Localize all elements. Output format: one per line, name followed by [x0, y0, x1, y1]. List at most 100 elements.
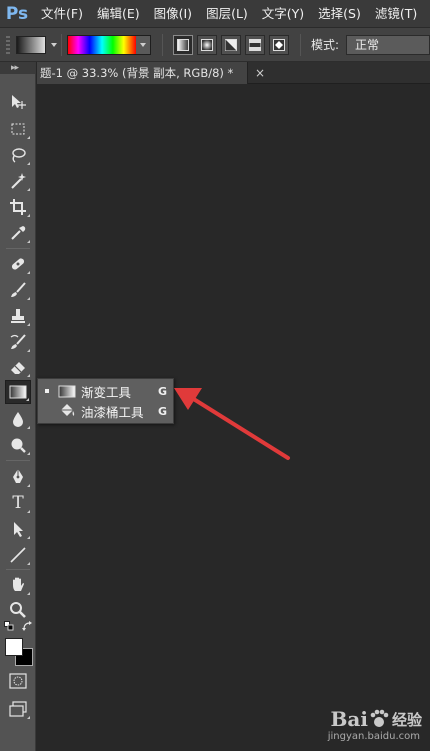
- divider: [162, 34, 163, 56]
- menu-filter[interactable]: 滤镜(T): [368, 0, 424, 28]
- clone-stamp-icon: [11, 309, 25, 323]
- marquee-tool-icon: [11, 123, 25, 135]
- clone-stamp-tool[interactable]: [5, 304, 31, 328]
- move-tool[interactable]: [5, 90, 31, 114]
- watermark-url: jingyan.baidu.com: [327, 731, 420, 742]
- line-tool[interactable]: [5, 543, 31, 567]
- crop-tool[interactable]: [5, 195, 31, 219]
- panel-collapse-button[interactable]: ▸▸: [0, 62, 35, 74]
- brush-tool-icon: [11, 282, 26, 297]
- flyout-indicator: [27, 426, 30, 429]
- flyout-indicator: [27, 271, 30, 274]
- gradient-tool[interactable]: [5, 380, 31, 404]
- dodge-tool[interactable]: [5, 433, 31, 457]
- mode-label: 模式:: [311, 38, 340, 52]
- magic-wand-icon: [11, 173, 26, 189]
- menu-select[interactable]: 选择(S): [311, 0, 368, 28]
- baidu-jingyan-watermark: Bai 经验 jingyan.baidu.com: [292, 707, 422, 745]
- gradient-tool-icon: [58, 384, 76, 398]
- reflected-gradient-button[interactable]: [245, 35, 265, 55]
- lasso-tool[interactable]: [5, 143, 31, 167]
- type-tool[interactable]: T: [5, 491, 31, 515]
- radial-gradient-button[interactable]: [197, 35, 217, 55]
- flyout-item-gradient[interactable]: 渐变工具 G: [38, 381, 175, 401]
- dodge-tool-icon: [11, 438, 26, 453]
- paint-bucket-icon: [58, 404, 76, 418]
- menu-bar: Ps 文件(F) 编辑(E) 图像(I) 图层(L) 文字(Y) 选择(S) 滤…: [0, 0, 430, 28]
- flyout-indicator: [27, 240, 30, 243]
- flyout-indicator: [26, 398, 29, 401]
- brush-tool[interactable]: [5, 278, 31, 302]
- flyout-indicator: [27, 349, 30, 352]
- blur-tool[interactable]: [5, 407, 31, 431]
- flyout-indicator: [27, 484, 30, 487]
- linear-gradient-button[interactable]: [173, 35, 193, 55]
- blend-mode-select[interactable]: 正常: [346, 35, 430, 55]
- hand-tool[interactable]: [5, 573, 31, 597]
- marquee-tool[interactable]: [5, 117, 31, 141]
- eraser-icon: [11, 362, 25, 374]
- menu-image[interactable]: 图像(I): [147, 0, 199, 28]
- path-selection-icon: [14, 522, 23, 537]
- diamond-gradient-button[interactable]: [269, 35, 289, 55]
- screen-mode-button[interactable]: [5, 697, 31, 721]
- zoom-tool[interactable]: [5, 598, 31, 622]
- menu-file[interactable]: 文件(F): [34, 0, 90, 28]
- watermark-brand-suffix: 经验: [391, 710, 422, 729]
- menu-type[interactable]: 文字(Y): [255, 0, 311, 28]
- flyout-indicator: [27, 374, 30, 377]
- history-brush-tool[interactable]: [5, 330, 31, 354]
- flyout-item-label: 油漆桶工具: [81, 404, 144, 420]
- pen-tool-icon: [13, 469, 23, 483]
- options-grip[interactable]: [6, 36, 10, 54]
- magic-wand-tool[interactable]: [5, 169, 31, 193]
- flyout-indicator: [27, 188, 30, 191]
- flyout-indicator: [27, 162, 30, 165]
- divider: [6, 569, 30, 570]
- flyout-indicator: [27, 214, 30, 217]
- screen-mode-icon: [9, 701, 27, 717]
- paw-icon: [370, 709, 389, 727]
- healing-brush-tool[interactable]: [5, 252, 31, 276]
- menu-layer[interactable]: 图层(L): [199, 0, 255, 28]
- gradient-tool-icon: [9, 385, 27, 399]
- tool-preset-picker[interactable]: [16, 35, 60, 55]
- flyout-indicator: [27, 716, 30, 719]
- tools-panel: ▸▸ T: [0, 62, 36, 751]
- document-tab[interactable]: 题-1 @ 33.3% (背景 副本, RGB/8) *: [37, 62, 248, 84]
- blur-tool-icon: [13, 412, 23, 427]
- divider: [61, 34, 62, 56]
- radial-gradient-icon: [201, 39, 213, 51]
- watermark-logo: Bai 经验: [331, 707, 422, 731]
- gradient-dropdown[interactable]: [136, 36, 150, 54]
- gradient-preview[interactable]: [68, 36, 136, 54]
- angle-gradient-icon: [225, 39, 237, 51]
- flyout-indicator: [27, 297, 30, 300]
- flyout-item-paint-bucket[interactable]: 油漆桶工具 G: [38, 401, 175, 421]
- flyout-indicator: [27, 592, 30, 595]
- options-bar: 模式: 正常: [0, 28, 430, 62]
- menu-edit[interactable]: 编辑(E): [90, 0, 147, 28]
- foreground-color-swatch[interactable]: [5, 638, 23, 656]
- eyedropper-tool[interactable]: [5, 221, 31, 245]
- linear-gradient-icon: [177, 39, 189, 51]
- quick-mask-button[interactable]: [5, 669, 31, 693]
- pen-tool[interactable]: [5, 465, 31, 489]
- crop-tool-icon: [10, 199, 26, 215]
- tool-flyout-menu: 渐变工具 G 油漆桶工具 G: [37, 378, 174, 424]
- swap-colors-icon[interactable]: [22, 621, 33, 631]
- move-tool-icon: [12, 95, 26, 109]
- chevron-down-icon: [51, 43, 57, 47]
- history-brush-icon: [10, 334, 26, 349]
- flyout-item-shortcut: G: [158, 384, 168, 398]
- close-icon[interactable]: ×: [255, 62, 265, 84]
- default-colors-icon[interactable]: [4, 621, 14, 631]
- flyout-indicator: [27, 452, 30, 455]
- eraser-tool[interactable]: [5, 355, 31, 379]
- divider: [6, 248, 30, 249]
- path-selection-tool[interactable]: [5, 517, 31, 541]
- gradient-editor-picker[interactable]: [67, 35, 151, 55]
- divider: [6, 460, 30, 461]
- angle-gradient-button[interactable]: [221, 35, 241, 55]
- annotation-arrow: [174, 388, 290, 460]
